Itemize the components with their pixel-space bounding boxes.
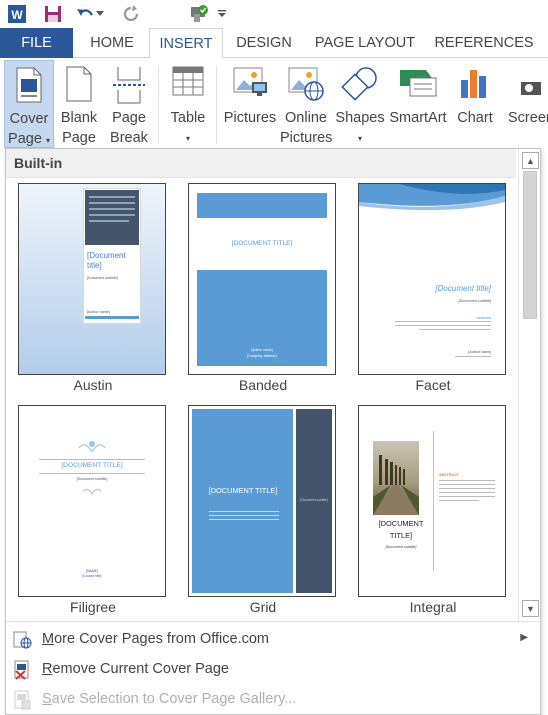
cover-page-gallery: Built-in [Document title] [Document subt… — [5, 148, 541, 715]
scroll-down-button[interactable]: ▼ — [522, 600, 539, 617]
blank-page-button[interactable]: Blank Page — [56, 60, 102, 148]
cover-integral-label: Integral — [409, 599, 457, 615]
cover-grid-side: [Document subtitle] — [300, 498, 328, 502]
smartart-icon — [398, 66, 438, 102]
cover-integral-abstract: ABSTRACT — [439, 473, 459, 477]
table-icon — [172, 66, 204, 100]
blank-page-icon — [66, 66, 92, 106]
cover-integral[interactable]: ABSTRACT [DOCUMENT TITLE] [Document subt… — [358, 405, 506, 597]
cover-filigree-name: [NAME] — [86, 569, 98, 573]
cover-facet-title: [Document title] — [435, 284, 491, 293]
cover-filigree-subtitle: [Document subtitle] — [76, 477, 108, 481]
cover-integral-subtitle: [Document subtitle] — [385, 545, 417, 549]
cover-banded-address: [Company address] — [247, 354, 277, 358]
cover-facet-label: Facet — [415, 377, 451, 393]
pictures-icon — [232, 66, 268, 104]
cover-page-button[interactable]: Cover Page ▾ — [4, 60, 54, 148]
page-break-icon — [112, 66, 146, 108]
pictures-button[interactable]: Pictures — [222, 60, 278, 148]
ribbon-separator — [158, 66, 159, 144]
tab-references[interactable]: REFERENCES — [432, 28, 536, 58]
dropdown-arrow-icon: ▾ — [45, 136, 50, 145]
scroll-thumb[interactable] — [523, 171, 537, 319]
dropdown-arrow-icon: ▾ — [357, 134, 362, 143]
cover-banded-author: [Author name] — [251, 348, 273, 352]
gallery-scrollbar[interactable]: ▲ ▼ — [518, 149, 540, 620]
cover-austin-author: [Author name] — [87, 310, 110, 314]
undo-icon[interactable] — [74, 3, 96, 25]
remove-cover-page-item[interactable]: Remove Current Cover Page — [6, 654, 540, 684]
cover-austin-label: Austin — [73, 377, 113, 393]
gallery-grid: [Document title] [Document subtitle] [Au… — [6, 178, 516, 620]
gallery-menu: More Cover Pages from Office.com ▶ Remov… — [6, 621, 540, 714]
undo-dropdown-icon[interactable] — [94, 3, 106, 25]
cover-banded-title: [DOCUMENT TITLE] — [231, 240, 293, 247]
cover-filigree[interactable]: [DOCUMENT TITLE] [Document subtitle] [NA… — [18, 405, 166, 597]
cover-facet-abstract: Abstract — [476, 315, 491, 320]
cover-banded[interactable]: [DOCUMENT TITLE] [Author name] [Company … — [188, 183, 336, 375]
chart-icon — [459, 66, 491, 104]
screenshot-button[interactable]: Screens — [500, 60, 548, 148]
cover-grid-label: Grid — [249, 599, 277, 615]
quick-access-toolbar: W — [0, 0, 548, 28]
ribbon-separator — [216, 66, 217, 144]
cover-austin-subtitle: [Document subtitle] — [87, 276, 118, 280]
cover-austin[interactable]: [Document title] [Document subtitle] [Au… — [18, 183, 166, 375]
redo-icon[interactable] — [120, 3, 142, 25]
gallery-section-header: Built-in — [6, 149, 516, 178]
smartart-button[interactable]: SmartArt — [388, 60, 448, 148]
cover-grid[interactable]: [DOCUMENT TITLE] [Document subtitle] — [188, 405, 336, 597]
cover-facet[interactable]: [Document title] [Document subtitle] Abs… — [358, 183, 506, 375]
tab-insert[interactable]: INSERT — [149, 28, 223, 59]
cover-grid-title: [DOCUMENT TITLE] — [208, 486, 278, 495]
screenshot-icon — [519, 66, 541, 100]
scroll-up-button[interactable]: ▲ — [522, 152, 539, 169]
tab-design[interactable]: DESIGN — [228, 28, 300, 58]
office-online-icon — [12, 630, 32, 650]
svg-text:W: W — [11, 8, 23, 22]
cover-integral-title: [DOCUMENT TITLE] — [378, 519, 424, 540]
cover-facet-subtitle: [Document subtitle] — [458, 299, 492, 303]
save-selection-item: Save Selection to Cover Page Gallery... — [6, 684, 540, 714]
cover-austin-title: [Document title] — [87, 251, 126, 270]
tab-home[interactable]: HOME — [80, 28, 144, 58]
submenu-arrow-icon: ▶ — [520, 632, 528, 643]
ribbon: Cover Page ▾ Blank Page Page Break Table… — [0, 58, 548, 150]
ribbon-tabs: FILE HOME INSERT DESIGN PAGE LAYOUT REFE… — [0, 28, 548, 59]
shapes-button[interactable]: Shapes ▾ — [334, 60, 386, 148]
tab-file[interactable]: FILE — [0, 28, 73, 58]
online-pictures-button[interactable]: Online Pictures — [280, 60, 332, 148]
cover-filigree-title: [DOCUMENT TITLE] — [61, 462, 123, 469]
format-painter-icon[interactable] — [188, 3, 210, 25]
cover-filigree-course: [Course title] — [82, 574, 102, 578]
page-break-button[interactable]: Page Break — [104, 60, 154, 148]
cover-facet-author: [Author name] — [468, 350, 491, 354]
tab-page-layout[interactable]: PAGE LAYOUT — [308, 28, 422, 58]
dropdown-arrow-icon: ▾ — [185, 134, 190, 143]
shapes-icon — [340, 66, 380, 106]
filigree-ornament-icon — [78, 441, 106, 453]
cover-page-icon — [16, 67, 42, 107]
integral-photo-icon — [373, 441, 419, 515]
more-cover-pages-item[interactable]: More Cover Pages from Office.com ▶ — [6, 624, 540, 654]
word-logo-icon[interactable]: W — [6, 3, 28, 25]
save-to-gallery-icon — [12, 690, 32, 710]
cover-banded-label: Banded — [238, 377, 288, 393]
table-button[interactable]: Table ▾ — [164, 60, 212, 148]
cover-filigree-label: Filigree — [70, 599, 116, 615]
chart-button[interactable]: Chart — [450, 60, 500, 148]
customize-qat-icon[interactable] — [216, 3, 228, 25]
save-icon[interactable] — [42, 3, 64, 25]
remove-cover-page-icon — [12, 660, 32, 680]
online-pictures-icon — [287, 66, 325, 106]
